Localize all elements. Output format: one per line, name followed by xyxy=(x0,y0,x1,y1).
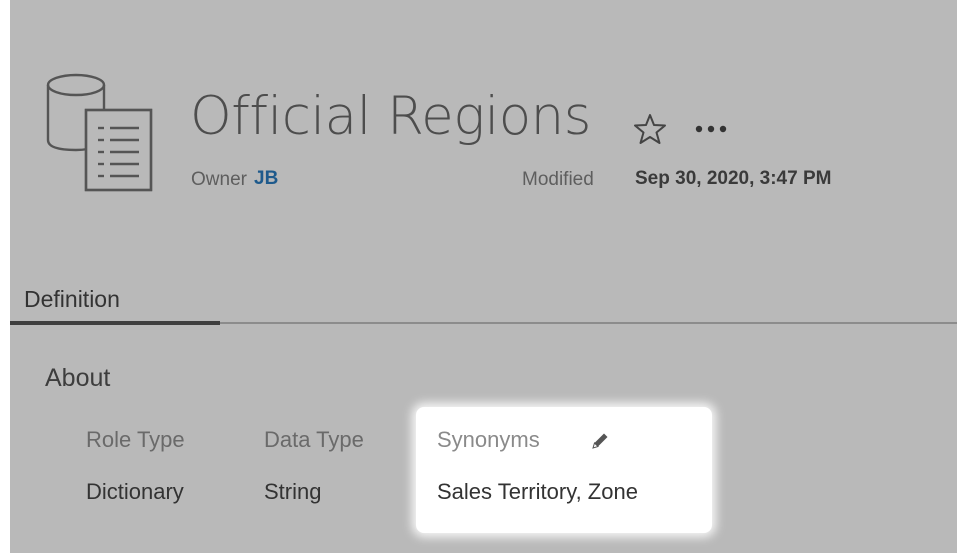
role-type-value: Dictionary xyxy=(86,479,184,504)
section-heading-about: About xyxy=(45,364,111,392)
synonyms-label: Synonyms xyxy=(437,427,540,452)
datasource-icon xyxy=(46,73,153,192)
data-type-label: Data Type xyxy=(264,427,364,452)
data-type-value: String xyxy=(264,479,322,504)
owner-label: Owner xyxy=(191,169,247,190)
owner-link[interactable]: JB xyxy=(254,168,278,190)
modified-date: Sep 30, 2020, 3:47 PM xyxy=(635,168,832,189)
star-icon[interactable] xyxy=(633,112,667,146)
more-actions-icon[interactable] xyxy=(694,124,730,134)
tab-definition[interactable]: Definition xyxy=(24,286,120,313)
page-title: Official Regions xyxy=(190,86,591,147)
role-type-label: Role Type xyxy=(86,427,185,452)
synonyms-value: Sales Territory, Zone xyxy=(437,479,638,504)
synonyms-highlight xyxy=(416,407,712,533)
left-margin xyxy=(0,0,10,555)
tab-active-indicator xyxy=(10,321,220,325)
modified-label: Modified xyxy=(522,169,594,190)
tab-divider xyxy=(220,322,957,324)
pencil-icon[interactable] xyxy=(589,430,611,452)
